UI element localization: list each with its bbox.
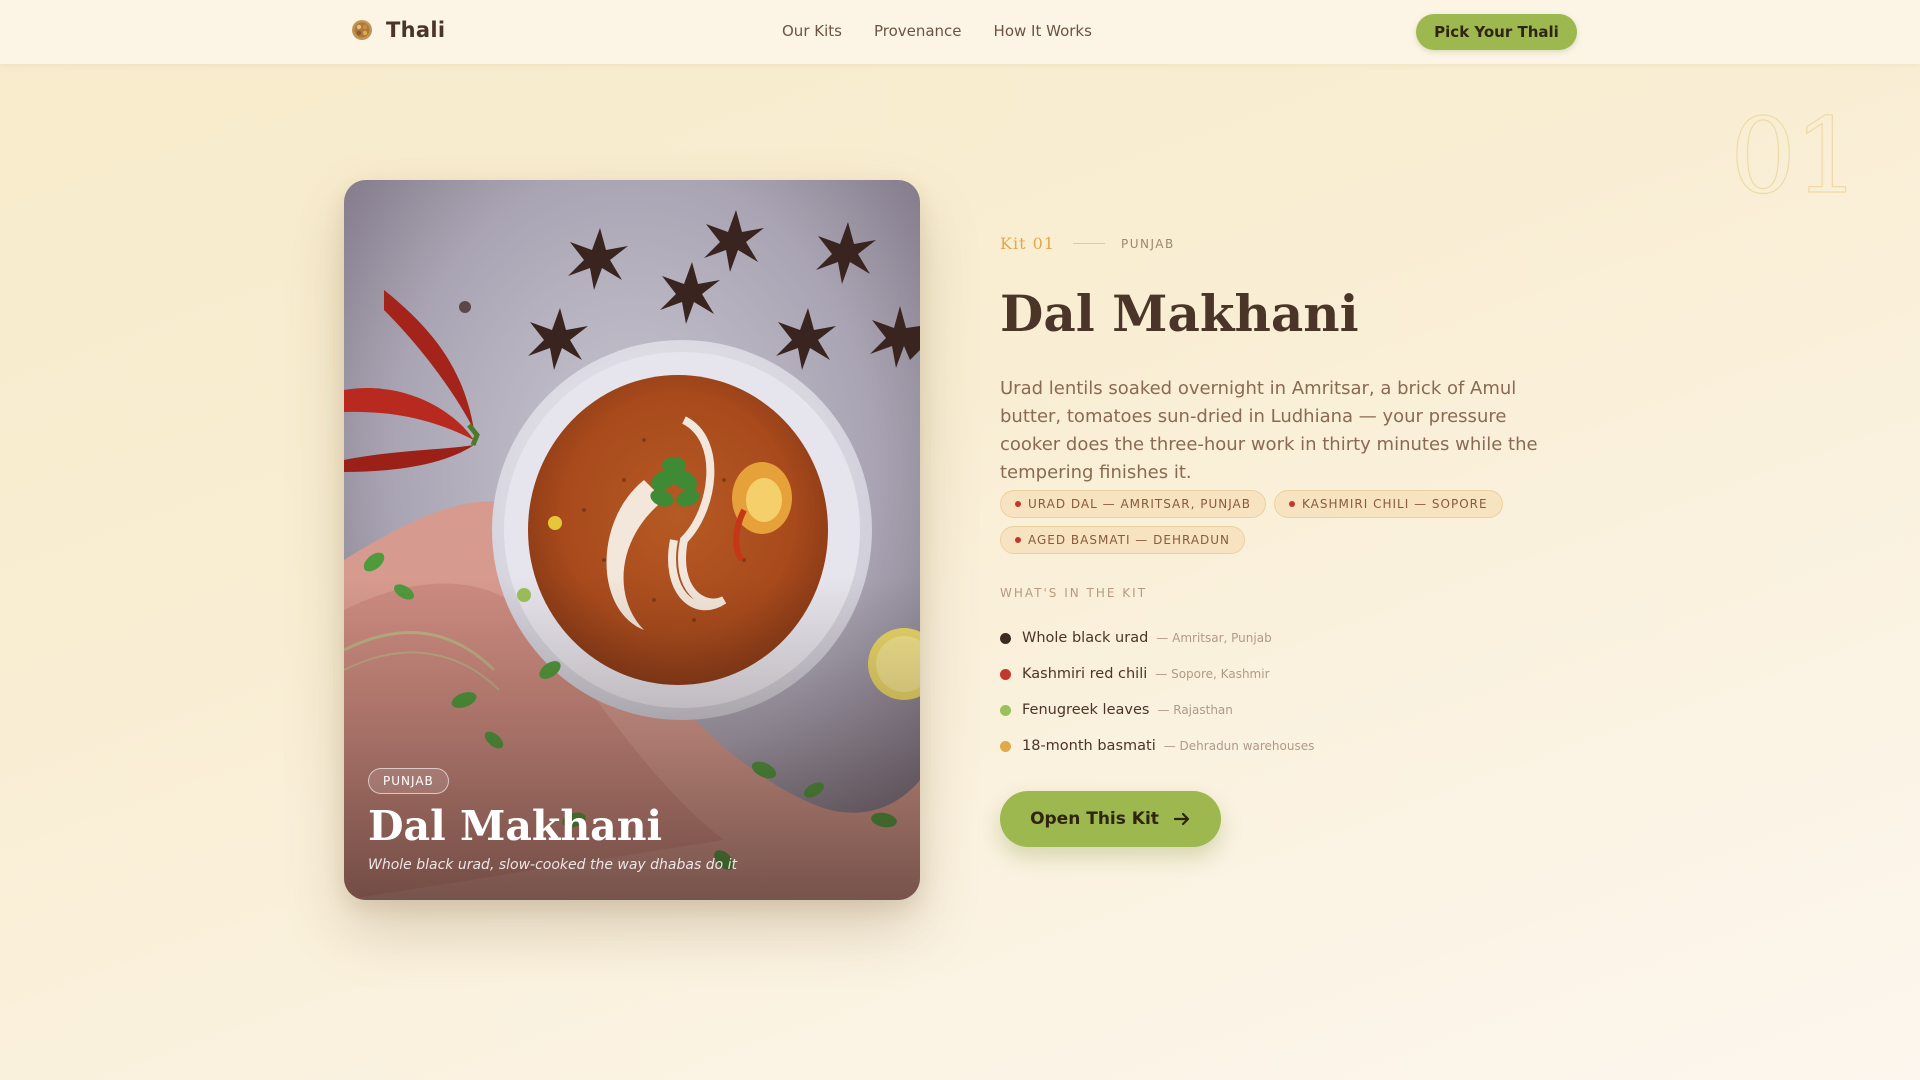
kit-description: Urad lentils soaked overnight in Amritsa… — [1000, 378, 1538, 483]
tag-dot-icon — [1015, 537, 1021, 543]
main-nav: Our Kits Provenance How It Works — [782, 22, 1092, 40]
provenance-tag-label: AGED BASMATI — DEHRADUN — [1028, 533, 1231, 547]
provenance-tag: KASHMIRI CHILI — SOPORE — [1274, 490, 1503, 518]
list-item: Kashmiri red chili — Sopore, Kashmir — [1000, 656, 1314, 692]
ingredient-name: Fenugreek leaves — [1022, 702, 1150, 718]
card-title: Dal Makhani — [368, 802, 663, 850]
kit-region-label: PUNJAB — [1120, 236, 1175, 251]
ingredient-name: Whole black urad — [1022, 630, 1149, 646]
list-item: Whole black urad — Amritsar, Punjab — [1000, 620, 1314, 656]
nav-provenance[interactable]: Provenance — [874, 22, 962, 40]
kit-numeral: 01 — [1729, 95, 1861, 217]
arrow-right-icon — [1173, 812, 1190, 826]
open-kit-label: Open This Kit — [1030, 809, 1159, 829]
ingredient-list: Whole black urad — Amritsar, Punjab Kash… — [1000, 620, 1314, 764]
brand-name: Thali — [386, 18, 446, 42]
ingredient-source: — Dehradun warehouses — [1163, 739, 1315, 753]
card-subtitle: Whole black urad, slow-cooked the way dh… — [368, 857, 737, 873]
kit-number-label: Kit 01 — [1000, 234, 1055, 253]
tag-dot-icon — [1289, 501, 1296, 507]
ingredient-dot-icon — [1000, 632, 1011, 644]
ingredient-source: — Amritsar, Punjab — [1156, 631, 1272, 645]
list-item: 18-month basmati — Dehradun warehouses — [1000, 728, 1314, 764]
pick-your-thali-button[interactable]: Pick Your Thali — [1416, 14, 1577, 50]
ingredient-dot-icon — [1000, 704, 1011, 716]
kit-eyebrow: Kit 01 PUNJAB — [1000, 234, 1175, 253]
provenance-tag: AGED BASMATI — DEHRADUN — [1000, 526, 1246, 554]
list-item: Fenugreek leaves — Rajasthan — [1000, 692, 1314, 728]
open-kit-button[interactable]: Open This Kit — [1000, 791, 1221, 847]
ingredient-name: 18-month basmati — [1022, 738, 1156, 754]
kit-card[interactable]: PUNJAB Dal Makhani Whole black urad, slo… — [344, 180, 920, 900]
card-region-badge: PUNJAB — [368, 768, 449, 794]
nav-our-kits[interactable]: Our Kits — [782, 22, 842, 40]
top-bar: Thali Our Kits Provenance How It Works P… — [0, 0, 1920, 64]
thali-logo-icon — [352, 20, 372, 40]
provenance-tags: URAD DAL — AMRITSAR, PUNJAB KASHMIRI CHI… — [1000, 490, 1560, 554]
tag-dot-icon — [1015, 501, 1021, 507]
provenance-tag: URAD DAL — AMRITSAR, PUNJAB — [1000, 490, 1267, 518]
kit-title: Dal Makhani — [1000, 284, 1359, 343]
nav-how-it-works[interactable]: How It Works — [994, 22, 1092, 40]
ingredient-dot-icon — [1000, 668, 1011, 680]
ingredient-dot-icon — [1000, 740, 1011, 752]
eyebrow-divider — [1072, 243, 1105, 244]
ingredient-source: — Sopore, Kashmir — [1155, 667, 1270, 681]
ingredient-source: — Rajasthan — [1157, 703, 1233, 717]
ingredient-name: Kashmiri red chili — [1022, 666, 1148, 682]
brand[interactable]: Thali — [350, 18, 445, 42]
kit-contents-heading: WHAT'S IN THE KIT — [1000, 586, 1148, 600]
provenance-tag-label: URAD DAL — AMRITSAR, PUNJAB — [1028, 497, 1252, 511]
provenance-tag-label: KASHMIRI CHILI — SOPORE — [1302, 497, 1488, 511]
